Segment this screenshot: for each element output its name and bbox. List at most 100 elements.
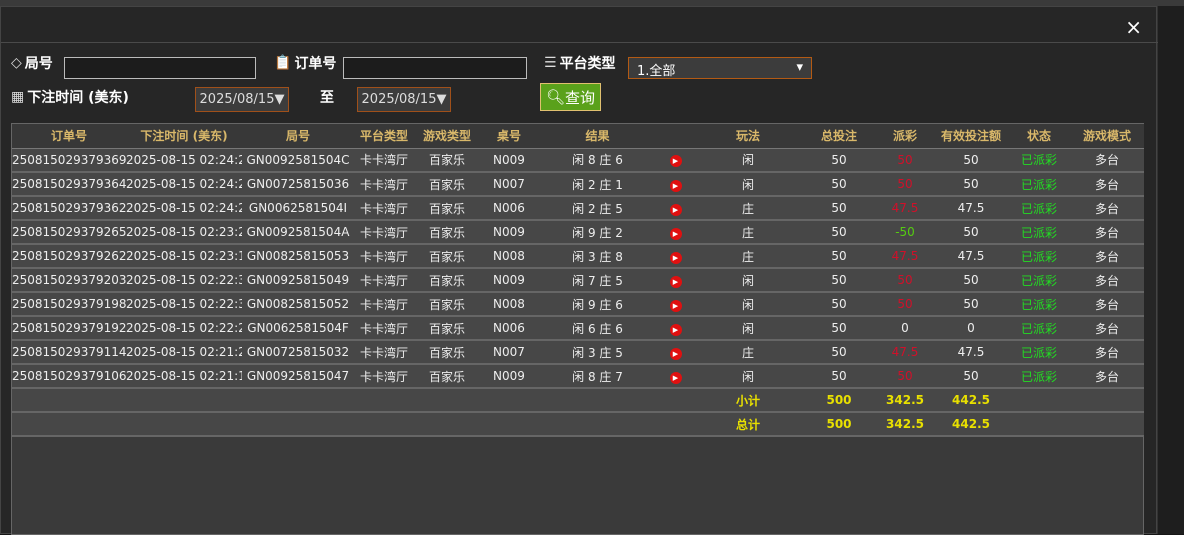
platform: 卡卡湾厅	[354, 292, 414, 317]
replay[interactable]: ▶	[657, 244, 694, 269]
total-bet: 50	[802, 244, 876, 269]
game-mode: 多台	[1070, 316, 1144, 341]
total-bet: 50	[802, 148, 876, 173]
game-type: 百家乐	[414, 316, 480, 341]
replay[interactable]: ▶	[657, 148, 694, 173]
round-label-text: 局号	[24, 56, 53, 72]
status: 已派彩	[1008, 292, 1070, 317]
play-video-icon[interactable]: ▶	[669, 275, 682, 288]
total-bet: 50	[802, 292, 876, 317]
play-video-icon[interactable]: ▶	[669, 323, 682, 336]
payout: -50	[876, 220, 934, 245]
table-no: N009	[480, 148, 538, 173]
total-bet: 50	[802, 172, 876, 197]
replay[interactable]: ▶	[657, 172, 694, 197]
replay[interactable]: ▶	[657, 196, 694, 221]
play-video-icon[interactable]: ▶	[669, 155, 682, 168]
subtotal-bet: 500	[802, 388, 876, 413]
column-header: 有效投注额	[934, 124, 1008, 149]
table-no: N009	[480, 364, 538, 389]
replay[interactable]: ▶	[657, 364, 694, 389]
time-label: ▦ 下注时间 (美东)	[11, 87, 129, 107]
order-id: 250815029379114	[12, 340, 126, 365]
status: 已派彩	[1008, 220, 1070, 245]
table-no: N008	[480, 292, 538, 317]
round-id: GN00725815032	[242, 340, 354, 365]
order-label-text: 订单号	[294, 56, 337, 72]
table-row: 250815029379198 2025-08-15 02:22:30 GN0082…	[12, 292, 1144, 317]
game-type: 百家乐	[414, 172, 480, 197]
table-row: 250815029379114 2025-08-15 02:21:23 GN0072…	[12, 340, 1144, 365]
round-input[interactable]	[64, 57, 256, 79]
round-id: GN0092581504C	[242, 148, 354, 173]
total-bet: 50	[802, 268, 876, 293]
play-video-icon[interactable]: ▶	[669, 347, 682, 360]
table-no: N006	[480, 316, 538, 341]
tag-icon: ◇	[11, 55, 22, 71]
caret-down-icon: ▾	[796, 60, 803, 75]
status: 已派彩	[1008, 268, 1070, 293]
table-header: 订单号 下注时间 (美东) 局号 平台类型 游戏类型 桌号 结果 玩法 总投注 派彩 有效投注额 状态…	[12, 124, 1144, 149]
game-mode: 多台	[1070, 196, 1144, 221]
order-id: 250815029379198	[12, 292, 126, 317]
total-payout: 342.5	[876, 412, 934, 437]
table-row: 250815029379192 2025-08-15 02:22:27 GN0062…	[12, 316, 1144, 341]
platform-label: ☰ 平台类型	[544, 53, 616, 73]
order-input[interactable]	[343, 57, 527, 79]
payout: 0	[876, 316, 934, 341]
replay[interactable]: ▶	[657, 340, 694, 365]
game-type: 百家乐	[414, 220, 480, 245]
total-bet: 50	[802, 364, 876, 389]
round-id: GN00825815052	[242, 292, 354, 317]
platform-label-text: 平台类型	[559, 56, 616, 72]
empty	[12, 412, 694, 437]
play-video-icon[interactable]: ▶	[669, 179, 682, 192]
background-game	[1157, 6, 1184, 534]
play-video-icon[interactable]: ▶	[669, 227, 682, 240]
valid-bet: 50	[934, 172, 1008, 197]
date-from-picker[interactable]: 2025/08/15▼	[195, 87, 289, 112]
status: 已派彩	[1008, 196, 1070, 221]
total-bet: 50	[802, 220, 876, 245]
order-label: 📋 订单号	[274, 53, 336, 73]
table-row: 250815029379362 2025-08-15 02:24:21 GN0062…	[12, 196, 1144, 221]
payout: 50	[876, 148, 934, 173]
subtotal-valid: 442.5	[934, 388, 1008, 413]
table-row: 250815029379265 2025-08-15 02:23:20 GN0092…	[12, 220, 1144, 245]
order-id: 250815029379106	[12, 364, 126, 389]
round-id: GN0062581504F	[242, 316, 354, 341]
play-video-icon[interactable]: ▶	[669, 251, 682, 264]
result: 闲 6 庄 6	[538, 316, 657, 341]
replay[interactable]: ▶	[657, 316, 694, 341]
game-mode: 多台	[1070, 148, 1144, 173]
column-header: 总投注	[802, 124, 876, 149]
calendar-icon: ▦	[11, 89, 25, 105]
date-to-picker[interactable]: 2025/08/15▼	[357, 87, 451, 112]
replay[interactable]: ▶	[657, 268, 694, 293]
total-label: 总计	[694, 412, 802, 437]
close-icon[interactable]: ×	[1125, 15, 1142, 39]
replay[interactable]: ▶	[657, 220, 694, 245]
game-type: 百家乐	[414, 268, 480, 293]
bet-time: 2025-08-15 02:21:19	[126, 364, 242, 389]
table-row: 250815029379106 2025-08-15 02:21:19 GN0092…	[12, 364, 1144, 389]
platform: 卡卡湾厅	[354, 148, 414, 173]
order-id: 250815029379362	[12, 196, 126, 221]
play-video-icon[interactable]: ▶	[669, 299, 682, 312]
table-row: 250815029379369 2025-08-15 02:24:25 GN0092…	[12, 148, 1144, 173]
replay[interactable]: ▶	[657, 292, 694, 317]
column-header: 平台类型	[354, 124, 414, 149]
platform-select[interactable]: 1.全部 ▾	[628, 57, 812, 79]
game-mode: 多台	[1070, 172, 1144, 197]
valid-bet: 50	[934, 148, 1008, 173]
query-button[interactable]: 🔍︎ 查询	[540, 83, 601, 111]
play-video-icon[interactable]: ▶	[669, 203, 682, 216]
game-type: 百家乐	[414, 364, 480, 389]
play-type: 闲	[694, 148, 802, 173]
status: 已派彩	[1008, 172, 1070, 197]
play-video-icon[interactable]: ▶	[669, 371, 682, 384]
game-type: 百家乐	[414, 292, 480, 317]
result: 闲 7 庄 5	[538, 268, 657, 293]
valid-bet: 47.5	[934, 340, 1008, 365]
empty	[12, 388, 694, 413]
